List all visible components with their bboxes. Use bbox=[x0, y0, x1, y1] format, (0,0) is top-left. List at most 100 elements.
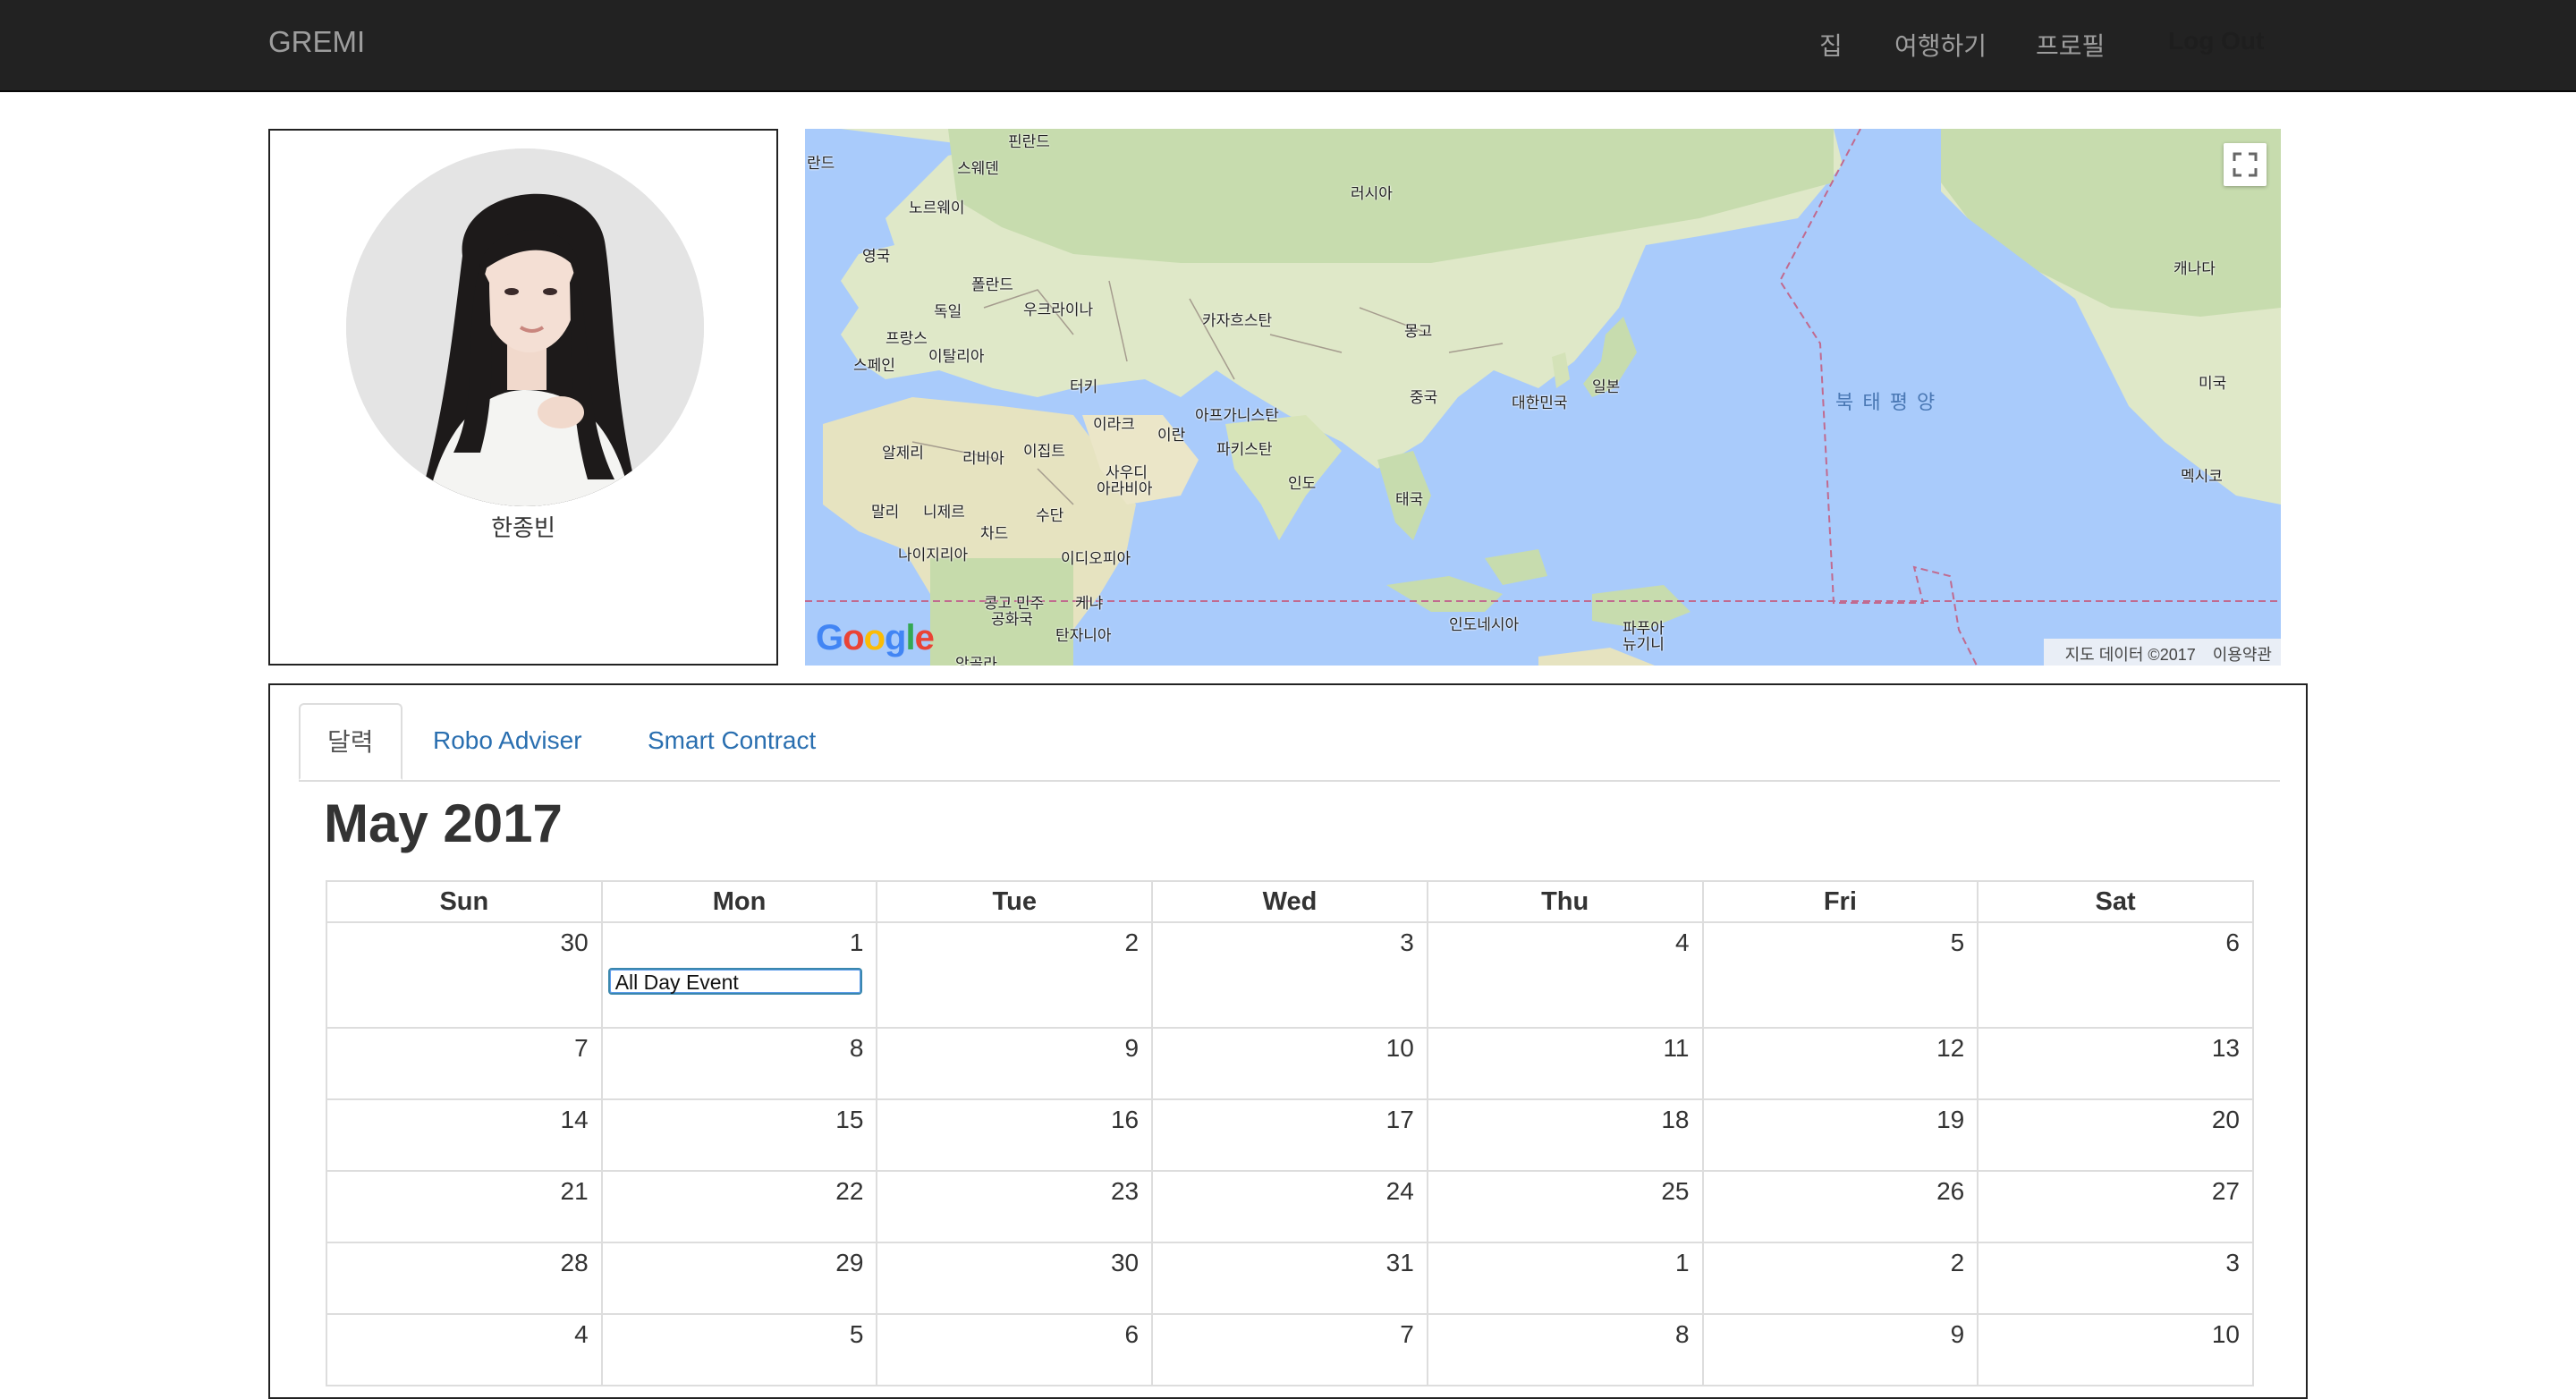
map-label-tanzania: 탄자니아 bbox=[1055, 627, 1112, 644]
map-label-italy: 이탈리아 bbox=[928, 348, 985, 365]
calendar-day[interactable]: 7 bbox=[326, 1027, 603, 1100]
calendar-day[interactable]: 4 bbox=[1426, 921, 1704, 1029]
day-number: 21 bbox=[560, 1177, 589, 1205]
calendar-day[interactable]: 10 bbox=[1151, 1027, 1428, 1100]
day-number: 1 bbox=[849, 928, 864, 956]
brand-logo[interactable]: GREMI bbox=[268, 25, 365, 59]
calendar-day[interactable]: 2 bbox=[876, 921, 1154, 1029]
map-terms-link[interactable]: 이용약관 bbox=[2213, 646, 2272, 664]
profile-panel: 한종빈 bbox=[268, 129, 778, 666]
calendar-day[interactable]: 5 bbox=[1701, 921, 1979, 1029]
calendar-day[interactable]: 11 bbox=[1426, 1027, 1704, 1100]
calendar-day[interactable]: 12 bbox=[1701, 1027, 1979, 1100]
calendar-day[interactable]: 4 bbox=[326, 1313, 603, 1386]
calendar-week: 28 29 30 31 1 2 3 bbox=[326, 1242, 2254, 1315]
nav-profile-link[interactable]: 프로필 bbox=[2036, 27, 2105, 63]
calendar-grid: Sun Mon Tue Wed Thu Fri Sat 30 1 All Day… bbox=[326, 880, 2254, 1386]
calendar-day[interactable]: 3 bbox=[1151, 921, 1428, 1029]
calendar-day[interactable]: 20 bbox=[1977, 1098, 2254, 1172]
calendar-day[interactable]: 26 bbox=[1701, 1170, 1979, 1243]
map-label-pacific: 북 태 평 양 bbox=[1835, 391, 1937, 413]
nav-travel-link[interactable]: 여행하기 bbox=[1894, 27, 1987, 63]
day-number: 1 bbox=[1674, 1249, 1690, 1276]
calendar-day[interactable]: 6 bbox=[876, 1313, 1154, 1386]
calendar-day[interactable]: 5 bbox=[600, 1313, 878, 1386]
map-label-kenya: 케냐 bbox=[1075, 595, 1104, 612]
day-number: 24 bbox=[1385, 1177, 1414, 1205]
calendar-day[interactable]: 21 bbox=[326, 1170, 603, 1243]
calendar-day[interactable]: 31 bbox=[1151, 1242, 1428, 1315]
calendar-day[interactable]: 22 bbox=[600, 1170, 878, 1243]
day-number: 30 bbox=[560, 928, 589, 956]
day-number: 2 bbox=[1950, 1249, 1965, 1276]
day-number: 30 bbox=[1110, 1249, 1140, 1276]
day-number: 10 bbox=[2211, 1320, 2240, 1348]
calendar-day[interactable]: 13 bbox=[1977, 1027, 2254, 1100]
nav-home-link[interactable]: 집 bbox=[1819, 27, 1843, 63]
calendar-day[interactable]: 16 bbox=[876, 1098, 1154, 1172]
calendar-day[interactable]: 23 bbox=[876, 1170, 1154, 1243]
calendar-day[interactable]: 15 bbox=[600, 1098, 878, 1172]
map-label-angola: 앙골라 bbox=[955, 656, 997, 666]
calendar-day[interactable]: 8 bbox=[1426, 1313, 1704, 1386]
calendar-day[interactable]: 19 bbox=[1701, 1098, 1979, 1172]
logout-button[interactable]: Log Out bbox=[2168, 27, 2264, 55]
map-label-uk: 영국 bbox=[862, 248, 891, 265]
tab-bar: 달력 Robo Adviser Smart Contract bbox=[299, 703, 2280, 782]
map-label-saudi-2: 아라비아 bbox=[1097, 480, 1153, 497]
calendar-day[interactable]: 14 bbox=[326, 1098, 603, 1172]
day-number: 3 bbox=[1400, 928, 1414, 956]
calendar-day[interactable]: 1 All Day Event bbox=[600, 921, 878, 1029]
calendar-day[interactable]: 6 bbox=[1977, 921, 2254, 1029]
tab-smart-contract[interactable]: Smart Contract bbox=[621, 703, 843, 780]
calendar-day[interactable]: 27 bbox=[1977, 1170, 2254, 1243]
map-label-png-2: 뉴기니 bbox=[1623, 636, 1665, 653]
day-number: 9 bbox=[1124, 1034, 1140, 1062]
map-label-canada: 캐나다 bbox=[2174, 260, 2216, 277]
map-label-niger: 니제르 bbox=[923, 504, 965, 521]
fullscreen-icon[interactable] bbox=[2224, 143, 2267, 186]
calendar-day[interactable]: 3 bbox=[1977, 1242, 2254, 1315]
map-label-mongolia: 몽고 bbox=[1404, 323, 1433, 340]
map-data-credit[interactable]: 지도 데이터 ©2017 bbox=[2065, 646, 2196, 664]
day-header: Fri bbox=[1701, 880, 1979, 923]
calendar-day[interactable]: 9 bbox=[1701, 1313, 1979, 1386]
day-header: Sat bbox=[1977, 880, 2254, 923]
calendar-day[interactable]: 17 bbox=[1151, 1098, 1428, 1172]
calendar-day[interactable]: 28 bbox=[326, 1242, 603, 1315]
day-number: 22 bbox=[835, 1177, 864, 1205]
calendar-day[interactable]: 30 bbox=[876, 1242, 1154, 1315]
map-label-chad: 차드 bbox=[980, 525, 1009, 542]
calendar-day[interactable]: 29 bbox=[600, 1242, 878, 1315]
map-label-korea: 대한민국 bbox=[1512, 394, 1568, 411]
map-label-usa: 미국 bbox=[2199, 375, 2227, 392]
map-label-ethiopia: 이디오피아 bbox=[1061, 550, 1131, 567]
map-label-norway: 노르웨이 bbox=[909, 199, 965, 216]
calendar-day[interactable]: 30 bbox=[326, 921, 603, 1029]
tab-calendar[interactable]: 달력 bbox=[299, 703, 402, 780]
world-map[interactable]: 란드 핀란드 스웨덴 노르웨이 러시아 영국 폴란드 독일 우크라이나 카자흐스… bbox=[805, 129, 2281, 666]
calendar-day[interactable]: 24 bbox=[1151, 1170, 1428, 1243]
day-number: 23 bbox=[1110, 1177, 1140, 1205]
day-number: 6 bbox=[2225, 928, 2240, 956]
calendar-day[interactable]: 9 bbox=[876, 1027, 1154, 1100]
calendar-week: 21 22 23 24 25 26 27 bbox=[326, 1170, 2254, 1243]
day-number: 7 bbox=[574, 1034, 589, 1062]
map-label-nigeria: 나이지리아 bbox=[898, 547, 969, 564]
calendar-event[interactable]: All Day Event bbox=[607, 968, 862, 995]
day-header: Thu bbox=[1426, 880, 1704, 923]
day-number: 12 bbox=[1936, 1034, 1965, 1062]
map-label-japan: 일본 bbox=[1592, 378, 1621, 395]
tab-robo-adviser[interactable]: Robo Adviser bbox=[406, 703, 609, 780]
calendar-day[interactable]: 18 bbox=[1426, 1098, 1704, 1172]
day-number: 5 bbox=[849, 1320, 864, 1348]
calendar-day[interactable]: 2 bbox=[1701, 1242, 1979, 1315]
calendar-day[interactable]: 1 bbox=[1426, 1242, 1704, 1315]
calendar-day[interactable]: 7 bbox=[1151, 1313, 1428, 1386]
calendar-day[interactable]: 10 bbox=[1977, 1313, 2254, 1386]
day-number: 3 bbox=[2225, 1249, 2240, 1276]
calendar-day[interactable]: 25 bbox=[1426, 1170, 1704, 1243]
day-number: 19 bbox=[1936, 1106, 1965, 1133]
map-label-afghanistan: 아프가니스탄 bbox=[1195, 407, 1279, 424]
calendar-day[interactable]: 8 bbox=[600, 1027, 878, 1100]
